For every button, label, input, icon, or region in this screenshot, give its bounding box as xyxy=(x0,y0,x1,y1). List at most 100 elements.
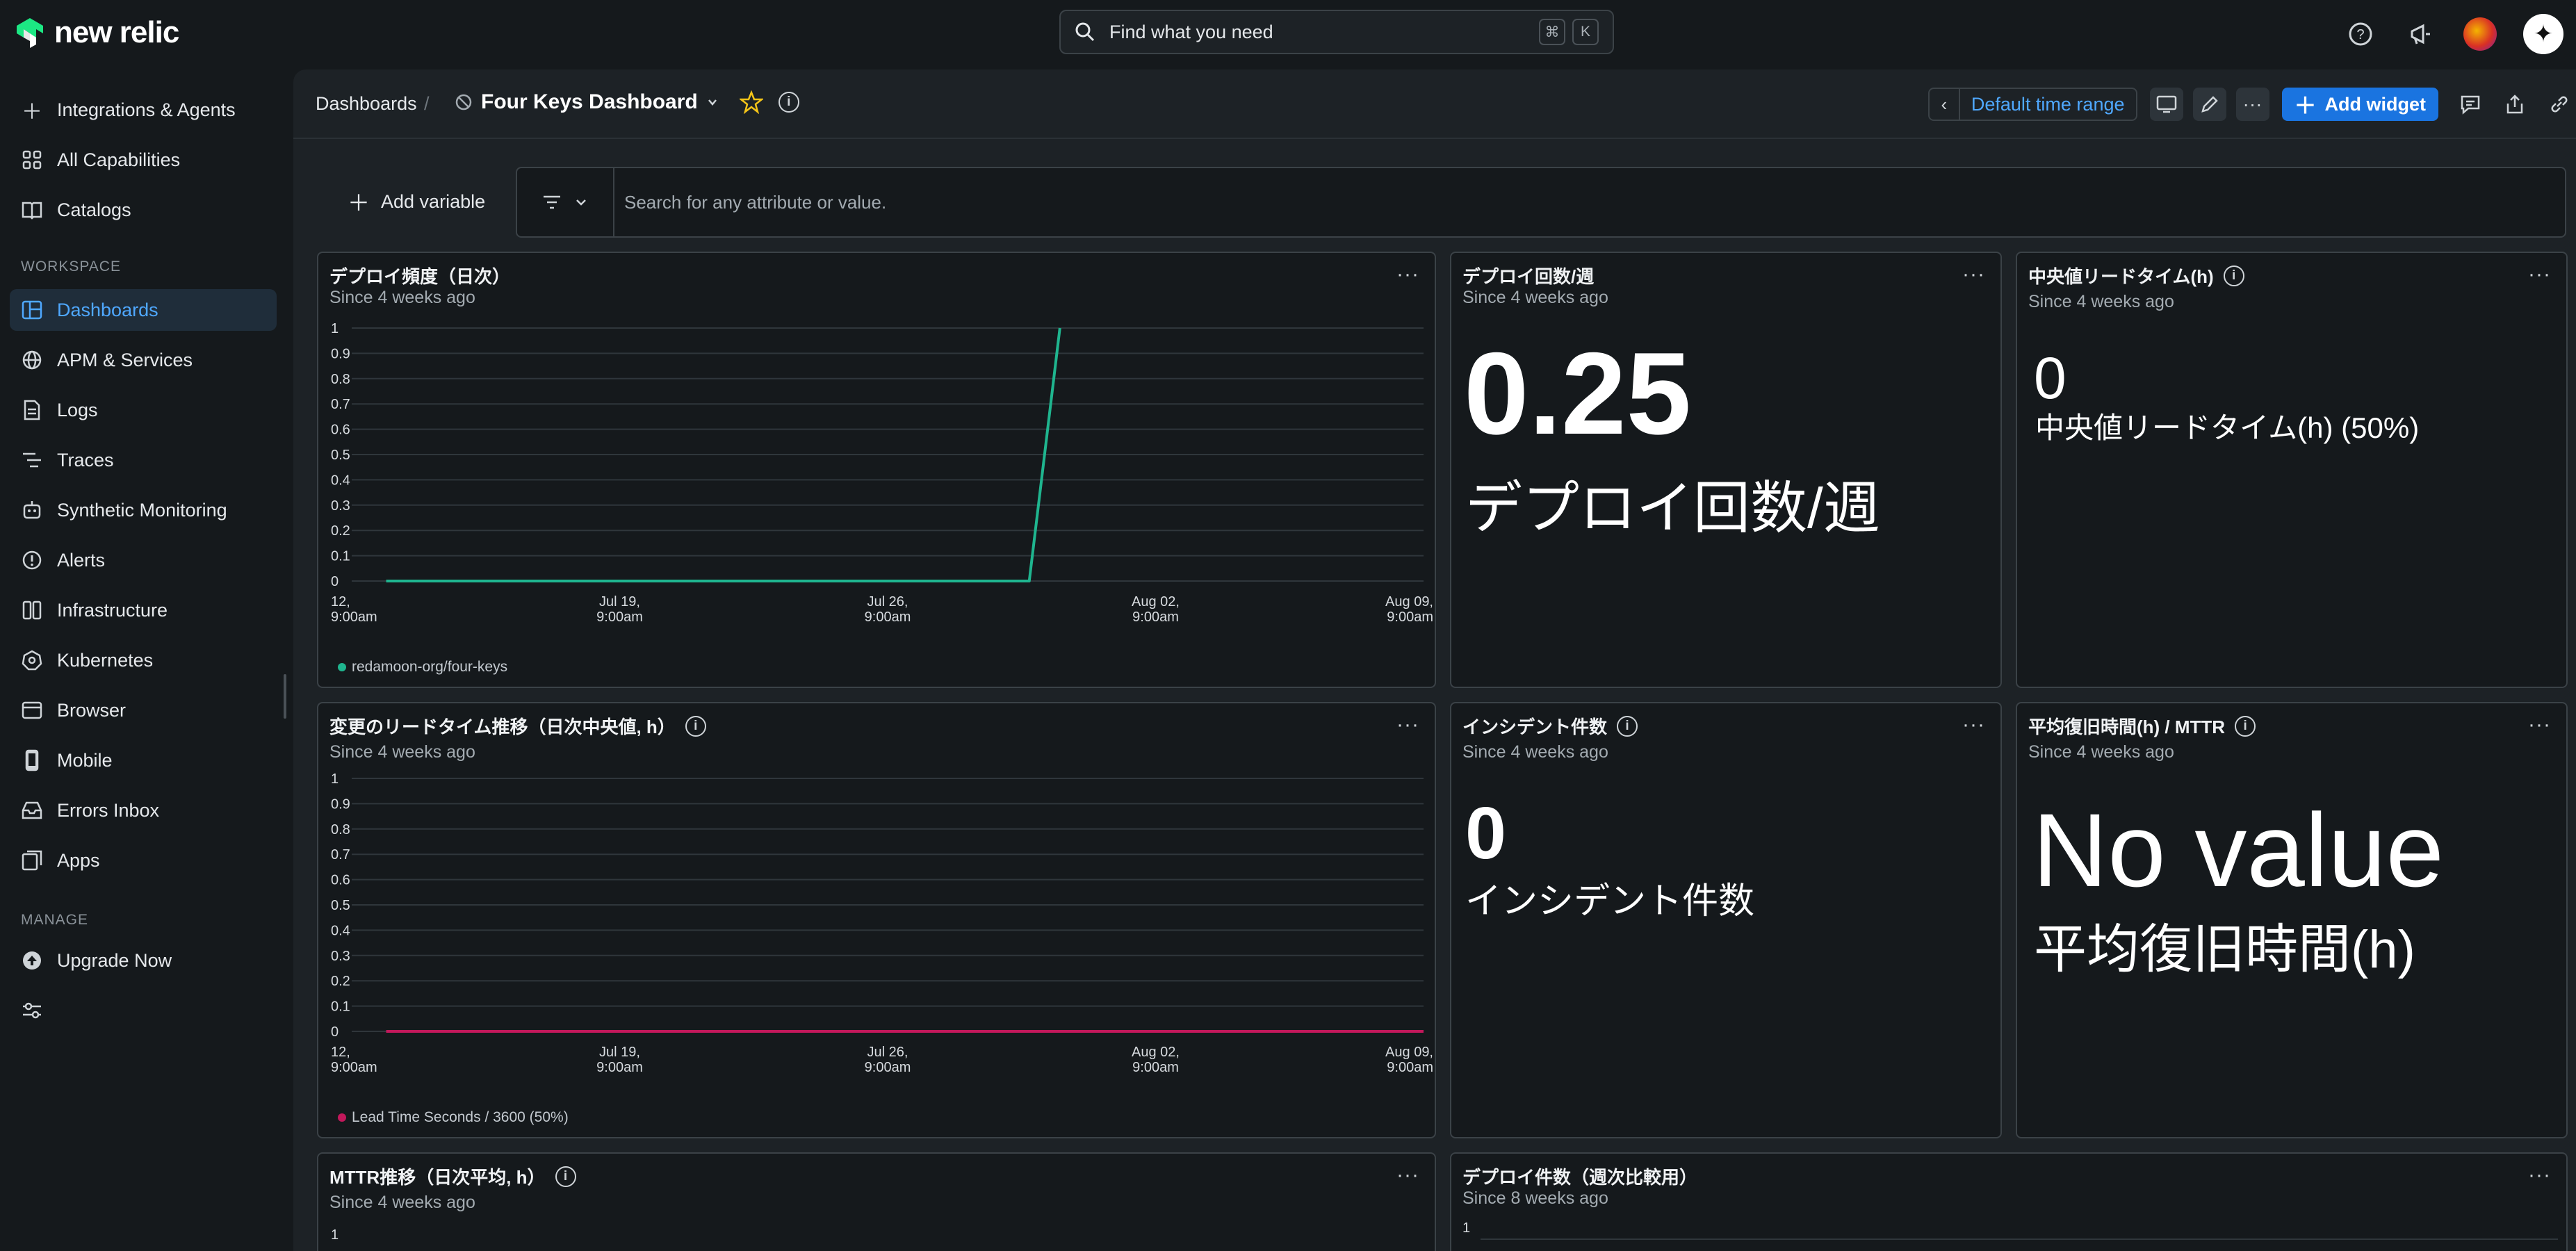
sidebar-item-label: Traces xyxy=(57,449,114,471)
sidebar-item-infrastructure[interactable]: Infrastructure xyxy=(10,589,277,631)
book-icon xyxy=(19,197,44,222)
x-axis-tick-label: 9:00am xyxy=(1132,610,1179,625)
sidebar-item-catalogs[interactable]: Catalogs xyxy=(10,189,277,231)
sidebar-item-upgrade-now[interactable]: Upgrade Now xyxy=(10,940,277,981)
sidebar-item-kubernetes[interactable]: Kubernetes xyxy=(10,639,277,681)
widget-more-options[interactable]: ··· xyxy=(2528,263,2551,286)
top-right-icons: ? ✦ xyxy=(2344,14,2563,54)
info-icon[interactable]: i xyxy=(2223,265,2244,286)
comments-icon[interactable] xyxy=(2454,88,2487,121)
sidebar-item-traces[interactable]: Traces xyxy=(10,439,277,481)
ai-assistant-sparkle-icon[interactable]: ✦ xyxy=(2523,14,2563,54)
widget-title: デプロイ回数/週 xyxy=(1462,266,1595,287)
new-relic-logo[interactable]: new relic xyxy=(15,15,179,50)
widget-more-options[interactable]: ··· xyxy=(2528,1163,2551,1187)
global-search-bar[interactable]: Find what you need ⌘ K xyxy=(1059,10,1614,54)
legend-color-swatch xyxy=(338,1113,346,1122)
billboard-value: 0 xyxy=(2034,345,2066,411)
widget-title: デプロイ件数（週次比較用） xyxy=(1462,1167,1698,1188)
widget-incident-count[interactable]: インシデント件数 i Since 4 weeks ago ··· 0 インシデント… xyxy=(1450,702,2002,1138)
y-axis-tick-label: 0.7 xyxy=(331,397,350,412)
sidebar-item-mobile[interactable]: Mobile xyxy=(10,739,277,781)
deploy-frequency-line-chart: 00.10.20.30.40.50.60.70.80.9112,9:00amJu… xyxy=(331,321,1433,625)
help-icon[interactable]: ? xyxy=(2344,17,2377,51)
tv-mode-monitor-icon[interactable] xyxy=(2149,88,2183,121)
sidebar-item-label: All Capabilities xyxy=(57,149,181,170)
widget-median-lead-time[interactable]: 中央値リードタイム(h) i Since 4 weeks ago ··· 0 中央… xyxy=(2016,252,2568,688)
k-key-hint: K xyxy=(1572,19,1599,45)
y-axis-tick-label: 0.2 xyxy=(331,523,350,539)
widget-deploys-per-week[interactable]: デプロイ回数/週 Since 4 weeks ago ··· 0.25 デプロイ… xyxy=(1450,252,2002,688)
sidebar-item-integrations-agents[interactable]: ＋ Integrations & Agents xyxy=(10,89,277,131)
billboard-label: インシデント件数 xyxy=(1465,881,1755,922)
billboard-value: 0.25 xyxy=(1464,328,1691,459)
filter-dropdown[interactable] xyxy=(517,168,614,236)
sidebar-item-errors-inbox[interactable]: Errors Inbox xyxy=(10,790,277,831)
cmd-key-hint: ⌘ xyxy=(1539,19,1565,45)
info-icon[interactable]: i xyxy=(555,1166,576,1187)
widget-title: 中央値リードタイム(h) i xyxy=(2028,263,2244,288)
announcements-megaphone-icon[interactable] xyxy=(2404,17,2437,51)
chevron-left-icon[interactable]: ‹ xyxy=(1930,89,1960,120)
widget-title: 平均復旧時間(h) / MTTR i xyxy=(2028,713,2256,739)
info-icon[interactable]: i xyxy=(1617,715,1638,737)
filter-search-placeholder[interactable]: Search for any attribute or value. xyxy=(614,192,886,213)
y-axis-tick-label: 0.9 xyxy=(331,796,350,812)
x-axis-tick-label: Jul 26, xyxy=(867,594,908,610)
page-title[interactable]: Four Keys Dashboard xyxy=(481,90,698,114)
sidebar-settings-sliders[interactable] xyxy=(10,990,277,1031)
chart-legend[interactable]: redamoon-org/four-keys xyxy=(338,659,507,676)
legend-label: Lead Time Seconds / 3600 (50%) xyxy=(352,1109,569,1125)
widget-more-options[interactable]: ··· xyxy=(1396,1163,1419,1187)
y-axis-tick-label: 0 xyxy=(331,574,339,589)
x-axis-tick-label: 12, xyxy=(331,594,350,610)
widget-subtitle: Since 4 weeks ago xyxy=(1462,742,1608,762)
widget-more-options[interactable]: ··· xyxy=(1962,713,1985,737)
sidebar-item-dashboards[interactable]: Dashboards xyxy=(10,289,277,331)
share-export-icon[interactable] xyxy=(2498,88,2532,121)
alert-icon xyxy=(19,548,44,573)
sidebar-item-logs[interactable]: Logs xyxy=(10,389,277,431)
grid-icon xyxy=(19,147,44,172)
y-axis-tick-label: 1 xyxy=(331,771,339,787)
sidebar-item-apm-services[interactable]: APM & Services xyxy=(10,339,277,381)
widget-more-options[interactable]: ··· xyxy=(2528,713,2551,737)
widget-mttr[interactable]: 平均復旧時間(h) / MTTR i Since 4 weeks ago ··· … xyxy=(2016,702,2568,1138)
sidebar-resize-handle[interactable] xyxy=(284,674,286,719)
widget-mttr-trend[interactable]: MTTR推移（日次平均, h） i Since 4 weeks ago ··· 1 xyxy=(317,1152,1436,1251)
widget-more-options[interactable]: ··· xyxy=(1962,263,1985,286)
plus-icon: ＋ xyxy=(2294,93,2317,118)
sidebar-item-synthetic-monitoring[interactable]: Synthetic Monitoring xyxy=(10,489,277,531)
gridline xyxy=(1481,1238,2558,1240)
edit-pencil-icon[interactable] xyxy=(2192,88,2226,121)
user-avatar[interactable] xyxy=(2463,17,2497,51)
widget-subtitle: Since 8 weeks ago xyxy=(1462,1188,1608,1208)
x-axis-tick-label: 9:00am xyxy=(331,1060,377,1075)
search-placeholder: Find what you need xyxy=(1109,21,1273,42)
widget-title: インシデント件数 i xyxy=(1462,713,1638,739)
y-axis-tick-label: 1 xyxy=(1462,1220,1471,1236)
sidebar-item-alerts[interactable]: Alerts xyxy=(10,539,277,581)
time-range-picker[interactable]: ‹ Default time range xyxy=(1927,88,2137,121)
chart-legend[interactable]: Lead Time Seconds / 3600 (50%) xyxy=(338,1109,569,1126)
attribute-filter-bar[interactable]: Search for any attribute or value. xyxy=(516,167,2566,238)
widget-weekly-deploys[interactable]: デプロイ件数（週次比較用） Since 8 weeks ago ··· 1 xyxy=(1450,1152,2568,1251)
add-variable-button[interactable]: ＋ Add variable xyxy=(348,167,485,236)
x-axis-tick-label: Jul 26, xyxy=(867,1045,908,1060)
favorite-star-icon[interactable] xyxy=(739,90,763,114)
sidebar-item-all-capabilities[interactable]: All Capabilities xyxy=(10,139,277,181)
widget-title: MTTR推移（日次平均, h） i xyxy=(329,1163,576,1189)
info-icon[interactable]: i xyxy=(2235,715,2256,737)
breadcrumb-dashboards[interactable]: Dashboards xyxy=(316,93,417,115)
sidebar-item-browser[interactable]: Browser xyxy=(10,689,277,731)
copy-link-icon[interactable] xyxy=(2543,88,2576,121)
chevron-down-icon xyxy=(576,199,586,206)
x-axis-tick-label: Jul 19, xyxy=(599,1045,640,1060)
chevron-down-icon[interactable] xyxy=(706,96,719,108)
widget-deploy-frequency[interactable]: デプロイ頻度（日次） Since 4 weeks ago ··· 0 0.1 0.2… xyxy=(317,252,1436,688)
more-options-icon[interactable]: ··· xyxy=(2235,88,2269,121)
info-icon[interactable]: i xyxy=(778,92,799,113)
add-widget-button[interactable]: ＋ Add widget xyxy=(2281,88,2438,121)
widget-lead-time-trend[interactable]: 変更のリードタイム推移（日次中央値, h） i Since 4 weeks ago… xyxy=(317,702,1436,1138)
sidebar-item-apps[interactable]: Apps xyxy=(10,840,277,881)
